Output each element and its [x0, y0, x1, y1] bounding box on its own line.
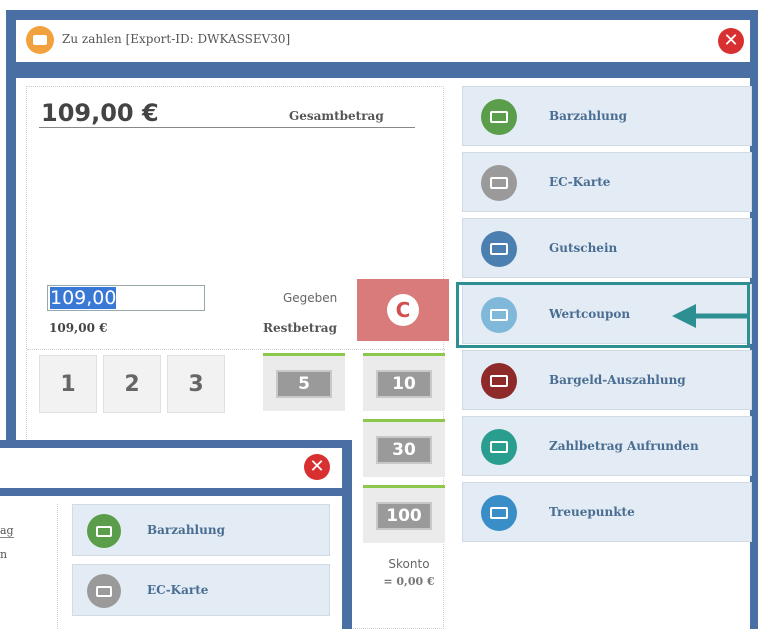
divider [27, 349, 445, 350]
given-amount-input[interactable]: 109,00 [47, 285, 205, 311]
payment-gutschein[interactable]: Gutschein [462, 218, 752, 278]
skonto-value: = 0,00 € [383, 575, 435, 588]
app-logo-icon [26, 26, 54, 54]
card-icon [87, 574, 121, 608]
payment-label: Treuepunkte [549, 505, 635, 519]
title-bar: Zu zahlen [Export-ID: DWKASSEV30] ✕ [16, 20, 750, 62]
payment-label: Barzahlung [549, 109, 627, 123]
payment-label: Gutschein [549, 241, 618, 255]
payment-bargeld-auszahlung[interactable]: Bargeld-Auszahlung [462, 350, 752, 410]
keypad-key-2[interactable]: 2 [103, 355, 161, 413]
pointer-arrow-icon [672, 304, 750, 328]
window-title: Zu zahlen [Export-ID: DWKASSEV30] [62, 32, 291, 46]
bill-button-10[interactable]: 10 [363, 353, 445, 411]
bill-button-5[interactable]: 5 [263, 353, 345, 411]
payment-label: EC-Karte [147, 583, 209, 597]
keypad-key-1[interactable]: 1 [39, 355, 97, 413]
overlay-content: ag n Barzahlung EC-Karte [0, 496, 342, 629]
payment-ec-karte[interactable]: EC-Karte [462, 152, 752, 212]
rest-amount: 109,00 € [49, 321, 108, 335]
clear-button[interactable]: C [357, 279, 449, 341]
overlay-payment-window: ✕ ag n Barzahlung EC-Karte [0, 440, 352, 629]
cash-register-icon [481, 99, 517, 135]
payment-zahlbetrag-aufrunden[interactable]: Zahlbetrag Aufrunden [462, 416, 752, 476]
loyalty-icon [481, 495, 517, 531]
payment-label: Barzahlung [147, 523, 225, 537]
bill-button-100[interactable]: 100 [363, 485, 445, 543]
total-amount: 109,00 € [41, 99, 159, 127]
total-underline [39, 127, 415, 128]
payment-label: Bargeld-Auszahlung [549, 373, 686, 387]
given-amount-value: 109,00 [50, 287, 117, 309]
payment-label: EC-Karte [549, 175, 611, 189]
overlay-close-button[interactable]: ✕ [304, 454, 330, 480]
overlay-title-bar: ✕ [0, 448, 342, 488]
close-button[interactable]: ✕ [718, 28, 744, 54]
round-up-icon [481, 429, 517, 465]
bill-label: 100 [376, 501, 432, 530]
bill-button-30[interactable]: 30 [363, 419, 445, 477]
skonto-button[interactable]: Skonto = 0,00 € [373, 557, 445, 588]
cash-register-icon [87, 514, 121, 548]
card-icon [481, 165, 517, 201]
bill-label: 10 [376, 369, 432, 398]
skonto-label: Skonto [388, 557, 430, 571]
rest-label: Restbetrag [263, 321, 337, 335]
keypad-key-3[interactable]: 3 [167, 355, 225, 413]
given-label: Gegeben [283, 291, 338, 305]
overlay-total-label: ag [0, 524, 14, 538]
payment-barzahlung[interactable]: Barzahlung [462, 86, 752, 146]
overlay-given-label: n [0, 548, 8, 561]
overlay-payment-barzahlung[interactable]: Barzahlung [72, 504, 330, 556]
payment-label: Zahlbetrag Aufrunden [549, 439, 699, 453]
bill-label: 5 [276, 369, 332, 398]
payment-treuepunkte[interactable]: Treuepunkte [462, 482, 752, 542]
overlay-payment-ec-karte[interactable]: EC-Karte [72, 564, 330, 616]
bill-label: 30 [376, 435, 432, 464]
total-label: Gesamtbetrag [289, 109, 384, 123]
cash-out-icon [481, 363, 517, 399]
clear-icon: C [387, 294, 419, 326]
overlay-amount-panel: ag n [0, 504, 58, 629]
voucher-icon [481, 231, 517, 267]
